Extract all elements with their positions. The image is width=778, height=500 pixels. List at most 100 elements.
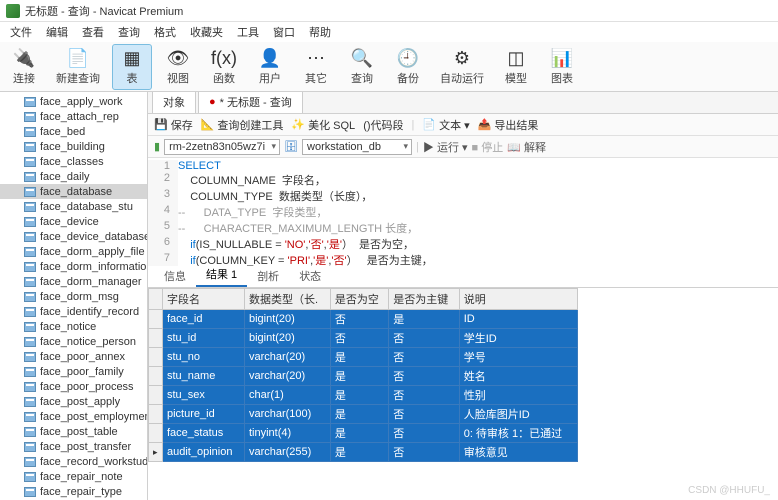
sidebar-item[interactable]: face_database_stu <box>0 199 147 214</box>
sidebar-item[interactable]: face_record_workstudy <box>0 454 147 469</box>
cell[interactable]: char(1) <box>244 386 330 405</box>
tab-query[interactable]: ●* 无标题 - 查询 <box>198 92 303 113</box>
menu-tools[interactable]: 工具 <box>231 22 265 42</box>
tb-视图[interactable]: 👁视图 <box>158 44 198 90</box>
cell[interactable]: 性别 <box>459 386 577 405</box>
cell[interactable]: audit_opinion <box>163 443 245 462</box>
rtab-status[interactable]: 状态 <box>289 265 331 287</box>
text-button[interactable]: 📄 文本 ▾ <box>422 117 469 133</box>
sidebar-item[interactable]: face_apply_work <box>0 94 147 109</box>
menu-view[interactable]: 查看 <box>76 22 110 42</box>
sidebar-item[interactable]: face_identify_record <box>0 304 147 319</box>
cell[interactable]: stu_id <box>163 329 245 348</box>
tb-查询[interactable]: 🔍查询 <box>342 44 382 90</box>
tb-用户[interactable]: 👤用户 <box>250 44 290 90</box>
menu-fav[interactable]: 收藏夹 <box>184 22 229 42</box>
sidebar-item[interactable]: face_attach_rep <box>0 109 147 124</box>
tb-备份[interactable]: 🕘备份 <box>388 44 428 90</box>
cell[interactable]: ID <box>459 310 577 329</box>
seg-button[interactable]: ()代码段 <box>363 117 403 133</box>
menu-edit[interactable]: 编辑 <box>40 22 74 42</box>
sidebar[interactable]: face_apply_workface_attach_repface_bedfa… <box>0 92 148 500</box>
cell[interactable]: 是 <box>330 367 388 386</box>
sidebar-item[interactable]: face_poor_annex <box>0 349 147 364</box>
cell[interactable]: varchar(255) <box>244 443 330 462</box>
explain-button[interactable]: 📖 解释 <box>507 139 546 155</box>
tb-新建查询[interactable]: 📄新建查询 <box>50 44 106 90</box>
cell[interactable]: varchar(100) <box>244 405 330 424</box>
menu-format[interactable]: 格式 <box>148 22 182 42</box>
sidebar-item[interactable]: face_daily <box>0 169 147 184</box>
rtab-info[interactable]: 信息 <box>154 265 196 287</box>
sidebar-item[interactable]: face_building <box>0 139 147 154</box>
cell[interactable]: bigint(20) <box>244 310 330 329</box>
cell[interactable]: 0: 待审核 1：已通过 <box>459 424 577 443</box>
sql-editor[interactable]: 1SELECT2 COLUMN_NAME 字段名，3 COLUMN_TYPE 数… <box>148 158 778 266</box>
cell[interactable]: 人脸库图片ID <box>459 405 577 424</box>
rtab-profile[interactable]: 剖析 <box>247 265 289 287</box>
sidebar-item[interactable]: face_dorm_manager <box>0 274 147 289</box>
cell[interactable]: varchar(20) <box>244 367 330 386</box>
cell[interactable]: 否 <box>389 386 459 405</box>
result-grid[interactable]: 字段名数据类型（长.是否为空是否为主键说明face_idbigint(20)否是… <box>148 288 778 500</box>
cell[interactable]: 否 <box>389 424 459 443</box>
cell[interactable]: 否 <box>389 348 459 367</box>
menu-file[interactable]: 文件 <box>4 22 38 42</box>
cell[interactable]: stu_name <box>163 367 245 386</box>
cell[interactable]: 是 <box>330 348 388 367</box>
cell[interactable]: stu_no <box>163 348 245 367</box>
sidebar-item[interactable]: face_device_database <box>0 229 147 244</box>
sidebar-item[interactable]: face_post_apply <box>0 394 147 409</box>
cell[interactable]: stu_sex <box>163 386 245 405</box>
tb-模型[interactable]: ◫模型 <box>496 44 536 90</box>
cell[interactable]: 否 <box>389 367 459 386</box>
sidebar-item[interactable]: face_device <box>0 214 147 229</box>
sidebar-item[interactable]: face_classes <box>0 154 147 169</box>
cell[interactable]: 否 <box>389 443 459 462</box>
beautify-button[interactable]: ✨ 美化 SQL <box>291 117 355 133</box>
menu-help[interactable]: 帮助 <box>303 22 337 42</box>
cell[interactable]: varchar(20) <box>244 348 330 367</box>
cell[interactable]: 学号 <box>459 348 577 367</box>
sidebar-item[interactable]: face_repair_note <box>0 469 147 484</box>
cell[interactable]: 否 <box>389 329 459 348</box>
cell[interactable]: 学生ID <box>459 329 577 348</box>
sidebar-item[interactable]: face_dorm_information <box>0 259 147 274</box>
cell[interactable]: 否 <box>330 329 388 348</box>
db-select[interactable]: workstation_db <box>302 139 412 155</box>
tb-连接[interactable]: 🔌连接 <box>4 44 44 90</box>
cell[interactable]: face_status <box>163 424 245 443</box>
cell[interactable]: 是 <box>330 386 388 405</box>
sidebar-item[interactable]: face_post_employment <box>0 409 147 424</box>
rtab-result[interactable]: 结果 1 <box>196 263 247 287</box>
tab-objects[interactable]: 对象 <box>152 92 196 113</box>
export-button[interactable]: 📤 导出结果 <box>478 117 539 133</box>
cell[interactable]: bigint(20) <box>244 329 330 348</box>
stop-button[interactable]: ■ 停止 <box>472 139 504 155</box>
sidebar-item[interactable]: face_poor_process <box>0 379 147 394</box>
cell[interactable]: 审核意见 <box>459 443 577 462</box>
tb-其它[interactable]: ⋯其它 <box>296 44 336 90</box>
cell[interactable]: 否 <box>389 405 459 424</box>
tb-自动运行[interactable]: ⚙自动运行 <box>434 44 490 90</box>
cell[interactable]: 是 <box>330 443 388 462</box>
menu-window[interactable]: 窗口 <box>267 22 301 42</box>
sidebar-item[interactable]: face_repair_type <box>0 484 147 499</box>
cell[interactable]: 是 <box>389 310 459 329</box>
cell[interactable]: 否 <box>330 310 388 329</box>
sidebar-item[interactable]: face_dorm_apply_file <box>0 244 147 259</box>
cell[interactable]: 是 <box>330 424 388 443</box>
builder-button[interactable]: 📐 查询创建工具 <box>201 117 284 133</box>
sidebar-item[interactable]: face_notice_person <box>0 334 147 349</box>
cell[interactable]: 是 <box>330 405 388 424</box>
sidebar-item[interactable]: face_post_table <box>0 424 147 439</box>
tb-图表[interactable]: 📊图表 <box>542 44 582 90</box>
cell[interactable]: 姓名 <box>459 367 577 386</box>
sidebar-item[interactable]: face_database <box>0 184 147 199</box>
sidebar-item[interactable]: face_notice <box>0 319 147 334</box>
cell[interactable]: tinyint(4) <box>244 424 330 443</box>
save-button[interactable]: 💾 保存 <box>154 117 193 133</box>
run-button[interactable]: ▶ 运行 ▾ <box>423 139 468 155</box>
menu-query[interactable]: 查询 <box>112 22 146 42</box>
sidebar-item[interactable]: face_poor_family <box>0 364 147 379</box>
